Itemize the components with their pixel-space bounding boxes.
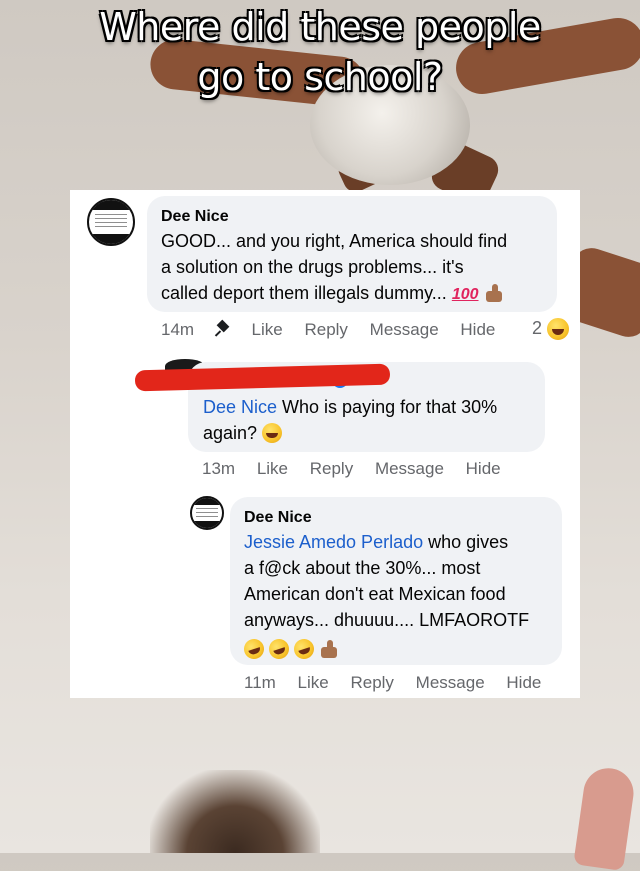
thumbs-up-icon xyxy=(319,639,339,659)
mention-link[interactable]: Jessie Amedo Perlado xyxy=(244,532,423,552)
thumbs-up-icon xyxy=(484,283,504,303)
reply-button[interactable]: Reply xyxy=(350,673,393,692)
avatar[interactable] xyxy=(87,198,135,246)
video-caption-title: Where did these people go to school? xyxy=(0,2,640,102)
rofl-icon xyxy=(266,636,292,662)
caption-line-2: go to school? xyxy=(197,55,443,99)
message-button[interactable]: Message xyxy=(370,320,439,339)
rofl-icon xyxy=(291,636,317,662)
comment-time: 13m xyxy=(202,459,236,478)
like-button[interactable]: Like xyxy=(257,459,288,478)
finger-foreground xyxy=(573,765,637,871)
message-button[interactable]: Message xyxy=(416,673,485,692)
rofl-icon xyxy=(241,636,267,662)
hide-button[interactable]: Hide xyxy=(460,320,495,339)
reply-button[interactable]: Reply xyxy=(310,459,353,478)
like-button[interactable]: Like xyxy=(252,320,283,339)
mention-link[interactable]: Dee Nice xyxy=(203,397,277,417)
comment-bubble: Dee Nice GOOD... and you right, America … xyxy=(147,196,557,312)
avatar[interactable] xyxy=(190,496,224,530)
comment-actions: 13m Like Reply Message Hide xyxy=(202,459,518,479)
comment-actions: 14m Like Reply Message Hide xyxy=(161,320,512,340)
message-button[interactable]: Message xyxy=(375,459,444,478)
comment-text: Dee Nice Who is paying for that 30% agai… xyxy=(203,397,498,443)
hide-button[interactable]: Hide xyxy=(466,459,501,478)
reply-button[interactable]: Reply xyxy=(304,320,347,339)
hair-foreground xyxy=(150,770,320,853)
hundred-points-icon: 100 xyxy=(451,286,479,303)
comment-screenshot-card: Dee Nice GOOD... and you right, America … xyxy=(70,190,580,698)
comment-author[interactable]: Dee Nice xyxy=(244,509,312,527)
pin-icon[interactable] xyxy=(216,322,230,336)
tears-of-joy-icon xyxy=(262,423,283,443)
caption-line-1: Where did these people xyxy=(99,5,541,49)
comment-time: 11m xyxy=(244,673,276,692)
comment-author[interactable]: Dee Nice xyxy=(161,208,229,226)
comment-bubble: Dee Nice Jessie Amedo Perlado who gives … xyxy=(230,497,562,665)
reaction-count[interactable]: 2 xyxy=(532,318,542,339)
comment-actions: 11m Like Reply Message Hide xyxy=(244,673,558,693)
laughing-reaction-icon xyxy=(545,316,571,342)
comment-time: 14m xyxy=(161,320,195,339)
comment-text: Jessie Amedo Perlado who gives a f@ck ab… xyxy=(241,529,559,662)
comment-text: GOOD... and you right, America should fi… xyxy=(161,231,508,303)
hide-button[interactable]: Hide xyxy=(506,673,541,692)
like-button[interactable]: Like xyxy=(298,673,329,692)
